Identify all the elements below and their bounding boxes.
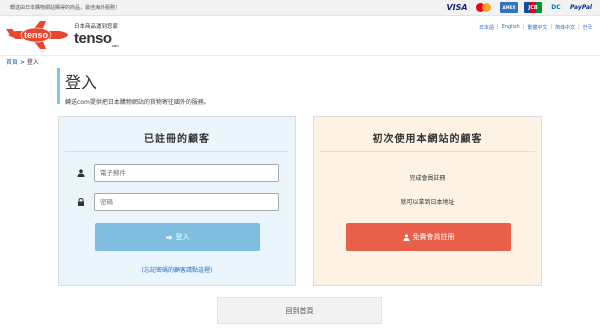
panel-divider	[320, 151, 535, 152]
registered-heading: 已註冊的顧客	[144, 134, 210, 145]
login-button-label: 登入	[175, 233, 190, 241]
lock-icon	[78, 198, 84, 206]
notice-text: 轉送由日本購物網站購得的商品，最佳海外服務！	[10, 5, 121, 11]
forgot-password-link[interactable]: (忘記密碼的顧客請點這裡)	[59, 265, 295, 274]
brand-name: tenso.com	[74, 30, 119, 48]
top-notice-bar: 轉送由日本購物網站購得的商品，最佳海外服務！ VISA AMEX JCB DC …	[0, 0, 600, 16]
site-header: tenso 日本商品運到您家 tenso.com 日本語 | English | 繁…	[0, 16, 600, 56]
jcb-icon: JCB	[524, 2, 542, 13]
amex-icon: AMEX	[500, 2, 518, 13]
breadcrumb-separator: >	[19, 59, 25, 66]
lang-japanese[interactable]: 日本語	[479, 24, 494, 31]
paypal-icon: PayPal	[570, 4, 592, 11]
lang-english[interactable]: English	[502, 24, 520, 31]
language-switcher: 日本語 | English | 繁體中文 | 简体中文 | 한국	[478, 24, 592, 31]
tagline: 日本商品運到您家	[74, 24, 119, 30]
user-icon	[77, 169, 85, 177]
new-customer-panel: 初次使用本網站的顧客 完成會員註冊 就可以拿到日本地址 免費會員註冊	[313, 116, 542, 286]
payment-methods: VISA AMEX JCB DC PayPal	[446, 2, 592, 13]
free-register-button[interactable]: 免費會員註冊	[346, 223, 511, 251]
page-title-block: 登入 轉送com提供把日本購物網站的貨物寄往國外的服務。	[57, 68, 210, 106]
register-info-line1: 完成會員註冊	[409, 175, 446, 182]
lang-traditional-chinese[interactable]: 繁體中文	[527, 24, 547, 31]
registered-customer-panel: 已註冊的顧客 登入 (忘記密碼的顧客請點這裡)	[58, 116, 296, 286]
user-icon	[402, 233, 410, 241]
breadcrumb: 首頁 > 登入	[6, 57, 39, 66]
new-customer-heading: 初次使用本網站的顧客	[372, 134, 483, 145]
login-icon	[165, 234, 173, 240]
email-field[interactable]	[94, 164, 279, 182]
back-to-home-button[interactable]: 回到首頁	[217, 297, 382, 324]
panel-divider	[65, 151, 289, 152]
visa-icon: VISA	[446, 3, 468, 12]
breadcrumb-current: 登入	[26, 59, 39, 66]
breadcrumb-home-link[interactable]: 首頁	[6, 59, 18, 66]
tenso-logo-icon[interactable]: tenso	[6, 19, 70, 51]
mastercard-icon	[474, 2, 494, 13]
page-title: 登入	[65, 73, 98, 92]
logo-text[interactable]: 日本商品運到您家 tenso.com	[74, 22, 119, 48]
login-button[interactable]: 登入	[95, 223, 260, 251]
register-button-label: 免費會員註冊	[412, 233, 455, 241]
lang-simplified-chinese[interactable]: 简体中文	[555, 24, 575, 31]
logo-word: tenso	[24, 30, 49, 40]
password-field[interactable]	[94, 193, 279, 211]
diners-club-icon: DC	[551, 4, 561, 11]
register-info-line2: 就可以拿到日本地址	[400, 199, 455, 206]
page-subtitle: 轉送com提供把日本購物網站的貨物寄往國外的服務。	[65, 99, 210, 106]
lang-korean[interactable]: 한국	[583, 24, 592, 31]
